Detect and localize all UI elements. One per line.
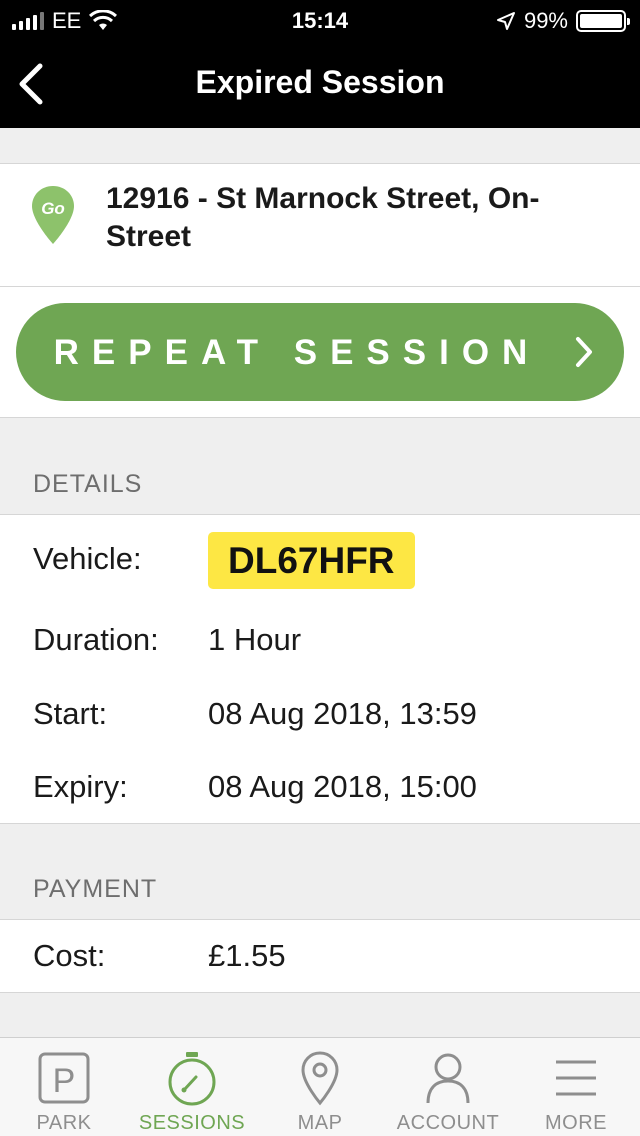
location-row: Go 12916 - St Marnock Street, On-Street: [0, 163, 640, 287]
payment-header: PAYMENT: [33, 875, 158, 903]
details-header: DETAILS: [33, 470, 143, 498]
tab-map[interactable]: MAP: [256, 1038, 384, 1136]
tab-bar: P PARK SESSIONS MAP ACCOUNT MORE: [0, 1037, 640, 1136]
start-label: Start:: [33, 696, 108, 731]
repeat-session-label: REPEAT SESSION: [53, 333, 541, 372]
svg-text:P: P: [53, 1062, 76, 1100]
vehicle-plate: DL67HFR: [208, 532, 415, 589]
location-name: 12916 - St Marnock Street, On-Street: [106, 182, 540, 253]
status-bar: EE 15:14 99%: [0, 0, 640, 40]
cost-value: £1.55: [208, 938, 286, 973]
map-pin-icon: [301, 1051, 339, 1106]
duration-value: 1 Hour: [208, 622, 302, 657]
repeat-section: REPEAT SESSION: [0, 287, 640, 418]
stopwatch-icon: [168, 1052, 216, 1106]
chevron-right-icon: [576, 337, 592, 367]
tab-label: SESSIONS: [138, 1112, 246, 1134]
parking-icon: P: [38, 1052, 90, 1104]
tab-label: ACCOUNT: [396, 1112, 500, 1134]
expiry-label: Expiry:: [33, 769, 128, 804]
tab-park[interactable]: P PARK: [0, 1038, 128, 1136]
navigation-bar: Expired Session: [0, 40, 640, 128]
vehicle-label: Vehicle:: [33, 541, 142, 576]
tab-label: MAP: [297, 1112, 343, 1134]
tab-more[interactable]: MORE: [512, 1038, 640, 1136]
payment-panel: Cost: £1.55: [0, 919, 640, 993]
page-title: Expired Session: [195, 64, 445, 100]
tab-account[interactable]: ACCOUNT: [384, 1038, 512, 1136]
location-arrow-icon: [496, 12, 515, 30]
hamburger-menu-icon: [556, 1060, 596, 1096]
pin-text: Go: [41, 199, 65, 218]
tab-label: PARK: [36, 1112, 92, 1134]
details-panel: Vehicle: DL67HFR Duration: 1 Hour Start:…: [0, 514, 640, 824]
person-icon: [426, 1053, 470, 1104]
tab-sessions[interactable]: SESSIONS: [128, 1038, 256, 1136]
repeat-session-button[interactable]: REPEAT SESSION: [16, 303, 624, 401]
expiry-value: 08 Aug 2018, 15:00: [208, 769, 477, 804]
tab-label: MORE: [545, 1112, 607, 1134]
cost-label: Cost:: [33, 938, 106, 973]
battery-icon: [576, 10, 630, 32]
battery-percent: 99%: [523, 8, 568, 33]
start-value: 08 Aug 2018, 13:59: [208, 696, 477, 731]
duration-label: Duration:: [33, 622, 159, 657]
go-location-pin-icon: Go: [32, 186, 74, 244]
